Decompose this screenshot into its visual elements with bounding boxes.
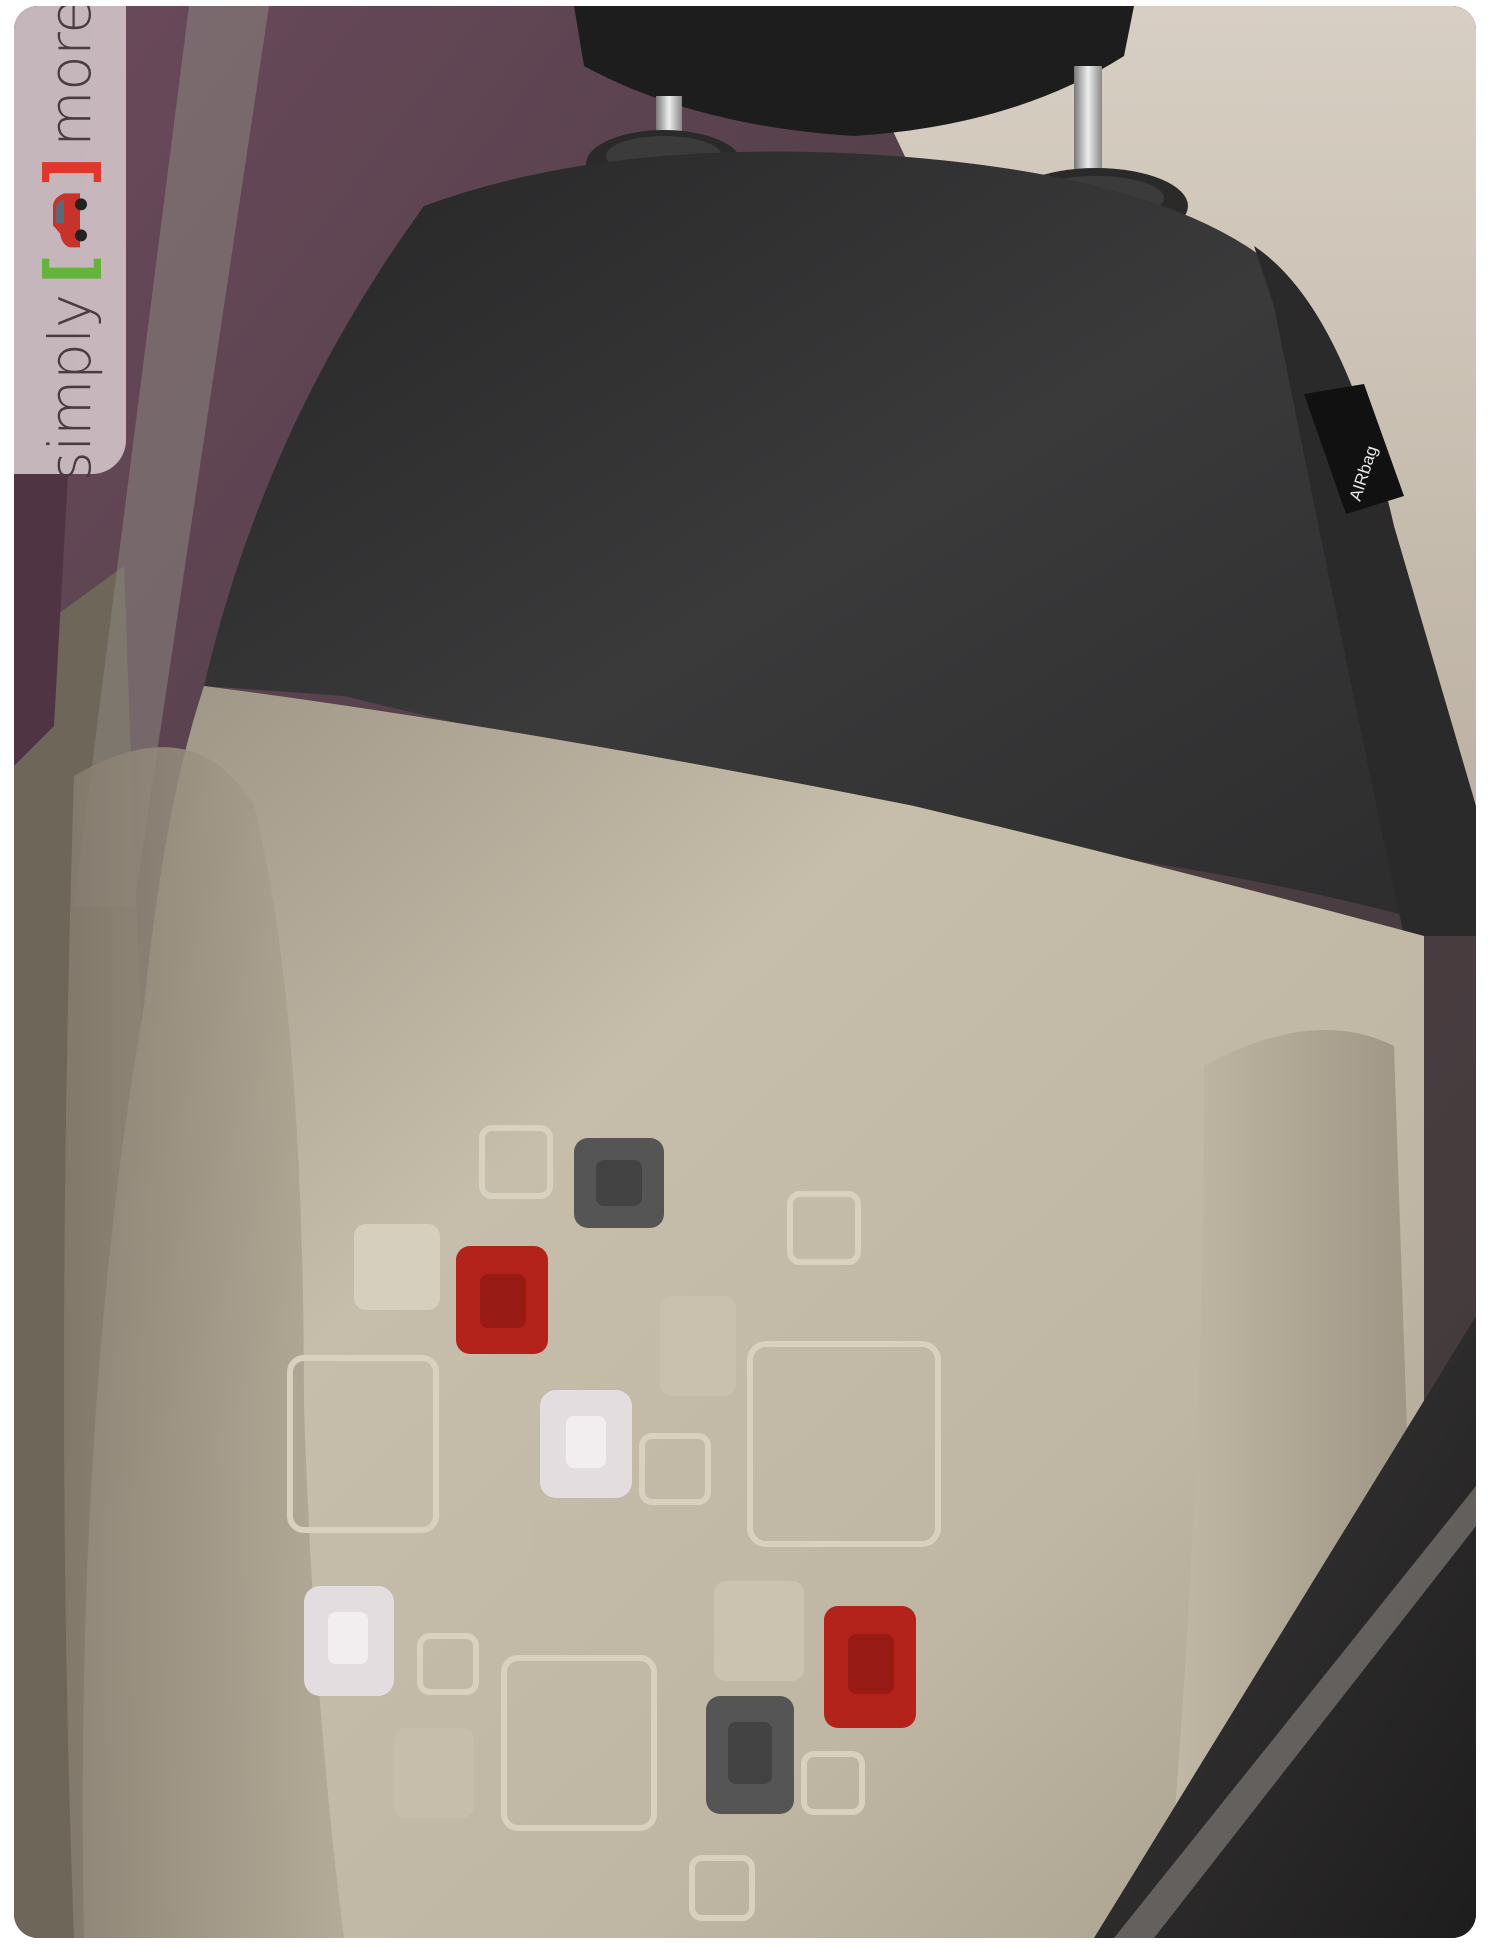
- simply-more-brand-tag: simply [ ] more: [14, 6, 126, 481]
- brand-bracket-right: ]: [31, 156, 108, 187]
- car-icon: [53, 193, 87, 248]
- brand-tag-text: simply [ ] more: [31, 6, 108, 482]
- airbag-label-text: AIRbag: [1346, 443, 1382, 503]
- brand-word-more: more: [36, 6, 104, 147]
- car-seat-photo: [14, 6, 1476, 1938]
- brand-word-simply: simply: [36, 294, 104, 482]
- airbag-label: AIRbag: [1346, 443, 1382, 503]
- photo-frame: simply [ ] more AIRbag: [14, 6, 1476, 1938]
- brand-bracket-left: [: [31, 254, 108, 285]
